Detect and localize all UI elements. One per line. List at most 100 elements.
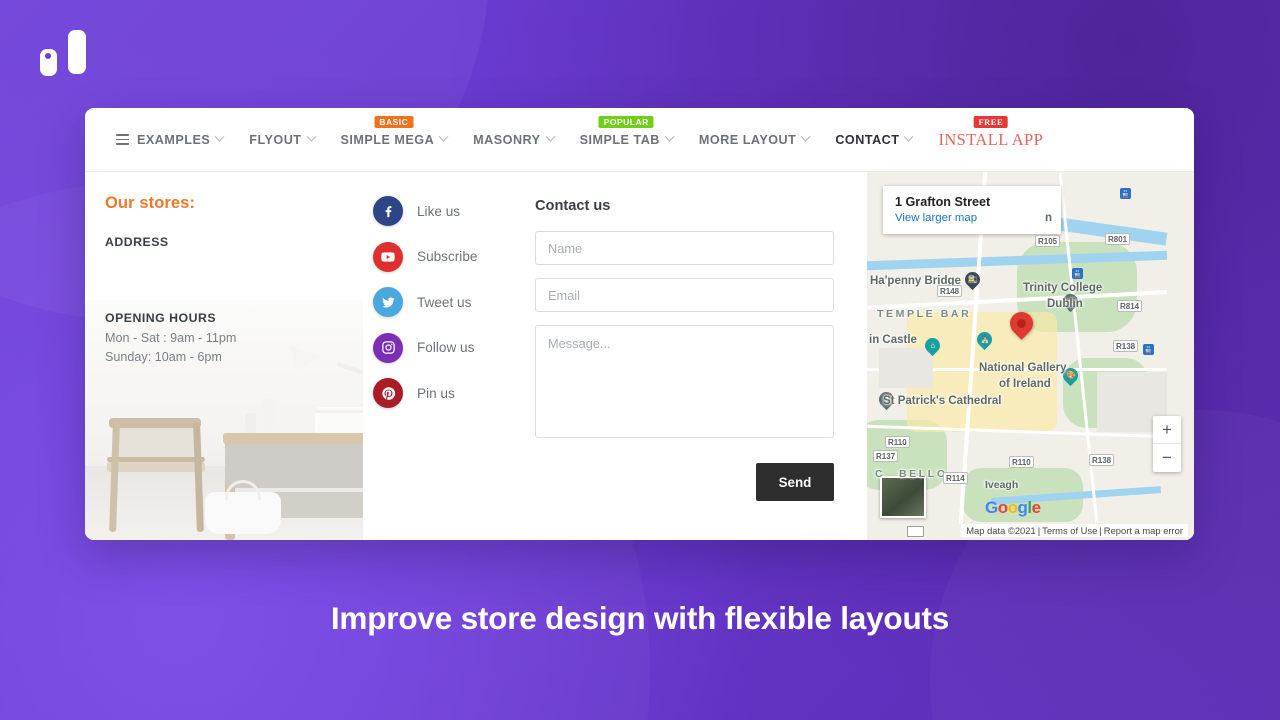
nav-item-masonry[interactable]: MASONRY [460, 108, 566, 172]
nav-item-more-layout[interactable]: MORE LAYOUT [686, 108, 822, 172]
chair-seat [107, 462, 205, 472]
google-logo: Google [985, 498, 1041, 517]
stacked-books [315, 413, 363, 433]
nav-item-label: MASONRY [473, 132, 541, 147]
map-label: Trinity College [1023, 282, 1103, 294]
map-label: in Castle [869, 334, 917, 346]
nav-item-install-app[interactable]: INSTALL APP FREE [925, 108, 1056, 172]
map-label: of Ireland [999, 378, 1051, 390]
hours-line: Mon - Sat : 9am - 11pm [105, 331, 237, 345]
nav-item-label: MORE LAYOUT [698, 132, 797, 147]
vase [263, 399, 276, 433]
map-transit-icon[interactable]: 🚆 [1143, 344, 1154, 355]
map-transit-icon[interactable]: 🚆 [1120, 188, 1131, 199]
map-info-card[interactable]: 1 Grafton Street View larger map [883, 186, 1061, 234]
address-label: ADDRESS [105, 235, 169, 249]
map-info-title: 1 Grafton Street [895, 195, 991, 209]
message-textarea[interactable] [535, 325, 834, 438]
terms-of-use-link[interactable]: Terms of Use [1042, 525, 1097, 536]
email-input[interactable] [535, 278, 834, 312]
nav-item-examples[interactable]: EXAMPLES [103, 108, 236, 172]
social-link-subscribe[interactable]: Subscribe [373, 241, 535, 272]
hours-line: Sunday: 10am - 6pm [105, 350, 222, 364]
send-button[interactable]: Send [756, 463, 834, 501]
pinterest-icon [373, 378, 403, 408]
map-road-shield: R814 [1117, 300, 1143, 312]
view-larger-map-link[interactable]: View larger map [895, 212, 1049, 224]
social-link-label: Like us [417, 203, 461, 219]
map-zoom-controls[interactable]: + − [1153, 416, 1181, 472]
chevron-down-icon [214, 131, 225, 142]
nav-item-simple-mega[interactable]: SIMPLE MEGA BASIC [328, 108, 461, 172]
table-top [223, 433, 363, 444]
chair-back [109, 418, 201, 428]
nav-badge: FREE [973, 115, 1009, 128]
opening-hours-label: OPENING HOURS [105, 311, 217, 325]
social-link-label: Subscribe [417, 249, 478, 264]
map-label: n [1045, 212, 1053, 224]
map-label: National Gallery [979, 362, 1067, 374]
contact-form-title: Contact us [535, 198, 611, 214]
glass [245, 413, 256, 433]
chevron-down-icon [438, 131, 449, 142]
browser-preview-card: EXAMPLES FLYOUT SIMPLE MEGA BASIC MASONRY SIM… [85, 108, 1194, 540]
nav-item-contact[interactable]: CONTACT [822, 108, 925, 172]
map-road-shield: R114 [943, 472, 968, 484]
map-block [879, 348, 933, 388]
social-link-follow-us[interactable]: Follow us [373, 332, 535, 363]
social-link-pin-us[interactable]: Pin us [373, 378, 535, 408]
map-label: Iveagh [985, 479, 1019, 491]
map-road-shield: R105 [1035, 235, 1061, 247]
zoom-in-button[interactable]: + [1153, 416, 1181, 444]
chevron-down-icon [306, 131, 316, 142]
social-links-column: Like us Subscribe Tweet us Follow us Pin us [363, 172, 535, 540]
social-link-label: Tweet us [417, 294, 472, 310]
map-label: St Patrick's Cathedral [883, 395, 1002, 407]
chevron-down-icon [664, 131, 675, 142]
site-content: Our stores: ADDRESS OPENING HOURS Mon - … [85, 172, 1194, 540]
chevron-down-icon [800, 131, 811, 142]
nav-badge: POPULAR [598, 115, 654, 128]
chevron-down-icon [545, 131, 556, 142]
nav-item-flyout[interactable]: FLYOUT [236, 108, 327, 172]
name-input[interactable] [535, 231, 834, 265]
google-map[interactable]: ⌂ ⛪ 🎓 🎨 ✝ 🚉 🚆 🚆 🚆 1 Grafton Street View … [867, 172, 1194, 540]
youtube-icon [373, 241, 403, 272]
site-navbar: EXAMPLES FLYOUT SIMPLE MEGA BASIC MASONRY SIM… [85, 108, 1194, 172]
zoom-out-button[interactable]: − [1153, 444, 1181, 472]
nav-item-label: EXAMPLES [137, 132, 211, 147]
map-label: C [875, 468, 886, 480]
social-link-tweet-us[interactable]: Tweet us [373, 287, 535, 317]
social-link-like-us[interactable]: Like us [373, 196, 535, 226]
map-transit-icon[interactable]: 🚆 [1072, 268, 1083, 279]
map-data-text: Map data ©2021 [966, 525, 1036, 536]
nav-item-label: SIMPLE TAB [579, 132, 660, 147]
page-headline: Improve store design with flexible layou… [330, 600, 950, 636]
hamburger-icon [116, 134, 129, 145]
map-satellite-thumbnail[interactable] [880, 476, 926, 518]
report-map-error-link[interactable]: Report a map error [1104, 525, 1183, 536]
map-road-shield: R137 [873, 450, 899, 462]
nav-badge: BASIC [374, 115, 414, 128]
map-road-shield: R138 [1089, 454, 1115, 466]
social-link-label: Follow us [417, 340, 475, 355]
app-logo[interactable] [40, 30, 86, 76]
map-road-shield: R801 [1105, 233, 1131, 245]
our-stores-heading: Our stores: [105, 194, 196, 212]
nav-item-simple-tab[interactable]: SIMPLE TAB POPULAR [567, 108, 686, 172]
nav-item-label: CONTACT [835, 132, 900, 147]
contact-form-column: Contact us Send [535, 172, 867, 540]
logo-dot [45, 53, 51, 59]
map-road-shield: R110 [1009, 456, 1034, 468]
map-label: Dublin [1047, 298, 1083, 310]
nav-item-label: SIMPLE MEGA [340, 132, 435, 147]
logo-bar-tall [68, 30, 86, 74]
map-label: TEMPLE BAR [877, 308, 972, 320]
map-label: BELLO [899, 468, 948, 480]
map-road-shield: R110 [885, 436, 910, 448]
map-keyboard-shortcuts-icon[interactable] [907, 526, 924, 537]
map-road-shield: R138 [1113, 340, 1139, 352]
facebook-icon [373, 196, 403, 226]
twitter-icon [373, 287, 403, 317]
address-value [105, 249, 363, 307]
